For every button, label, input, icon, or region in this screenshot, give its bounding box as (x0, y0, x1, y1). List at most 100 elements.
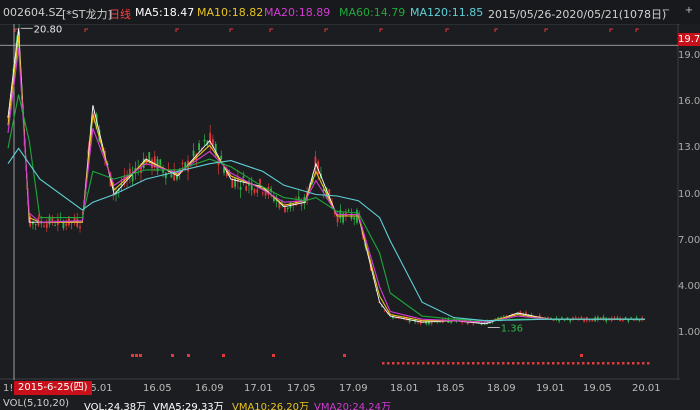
event-marker-bottom (622, 362, 625, 365)
candle-body (231, 179, 234, 188)
event-marker-bottom (171, 354, 174, 357)
candle-body (286, 207, 289, 210)
candle-body (450, 321, 453, 323)
event-marker-bottom (637, 362, 640, 365)
event-marker-bottom (432, 362, 435, 365)
event-marker-top (14, 28, 18, 32)
vol-params[interactable]: VOL(5,10,20) (3, 398, 69, 409)
event-marker-bottom (507, 362, 510, 365)
zoom-in-button[interactable]: + (683, 5, 695, 17)
candle-body (347, 209, 350, 211)
event-marker-bottom (572, 362, 575, 365)
event-marker-bottom (487, 362, 490, 365)
event-marker-bottom (135, 354, 138, 357)
candle-body (466, 322, 469, 325)
candle-body (588, 320, 591, 322)
event-marker-bottom (482, 362, 485, 365)
candle-body (45, 223, 48, 228)
x-tick-label: 17.01 (244, 383, 273, 394)
period-selector[interactable]: 日线 (109, 6, 131, 22)
candle-body (148, 152, 151, 161)
x-tick-label: 17.09 (339, 383, 368, 394)
event-marker-bottom (597, 362, 600, 365)
ma120-value: MA120:11.85 (410, 6, 484, 19)
candle-body (192, 150, 195, 157)
event-marker-bottom (562, 362, 565, 365)
event-marker-top (175, 28, 179, 32)
event-marker-bottom (592, 362, 595, 365)
event-marker-bottom (517, 362, 520, 365)
candle-body (591, 319, 594, 322)
event-marker-bottom (422, 362, 425, 365)
event-marker-bottom (602, 362, 605, 365)
series-line-ma5 (7, 28, 645, 325)
event-marker-bottom (532, 362, 535, 365)
candle-body (627, 319, 630, 322)
event-marker-bottom (502, 362, 505, 365)
x-tick-label: 19.01 (536, 383, 565, 394)
candle-body (552, 320, 555, 322)
series-line-ma60 (7, 94, 645, 322)
event-marker-bottom (647, 362, 650, 365)
candle-body (264, 192, 267, 196)
event-marker-bottom (437, 362, 440, 365)
candle-body (54, 225, 56, 226)
event-marker-bottom (627, 362, 630, 365)
event-marker-bottom (512, 362, 515, 365)
zoom-out-button[interactable]: − (660, 5, 672, 17)
candle-body (79, 226, 81, 229)
price-chart[interactable]: 20.80 1.36 (0, 24, 680, 380)
candle-body (164, 172, 167, 179)
axis-stub: 1! (3, 383, 14, 394)
candle-body (34, 224, 37, 225)
series-line-ma120 (7, 147, 645, 322)
candle-body (220, 155, 223, 160)
candle-body (256, 189, 259, 193)
event-marker-top (635, 28, 639, 32)
stock-code: 002604.SZ (3, 6, 64, 19)
candle-body (159, 159, 162, 166)
event-marker-bottom (397, 362, 400, 365)
event-marker-bottom (472, 362, 475, 365)
candle-body (297, 196, 300, 200)
candle-body (566, 317, 569, 319)
candle-body (239, 187, 242, 190)
ma10-value: MA10:18.82 (197, 6, 264, 19)
chart-header: 002604.SZ [*ST龙力] 日线 MA5:18.47 MA10:18.8… (0, 0, 700, 24)
event-marker-bottom (412, 362, 415, 365)
event-marker-bottom (557, 362, 560, 365)
event-marker-bottom (139, 354, 142, 357)
candle-body (131, 175, 134, 182)
candle-body (630, 317, 633, 319)
event-marker-bottom (392, 362, 395, 365)
candle-body (561, 317, 563, 319)
event-marker-bottom (497, 362, 500, 365)
event-marker-bottom (577, 362, 580, 365)
event-marker-top (269, 28, 273, 32)
vma20-value: VMA20:24.24万 (314, 402, 392, 410)
event-marker-bottom (632, 362, 635, 365)
y-tick-label: 7.00 (678, 234, 700, 246)
event-marker-top (494, 28, 498, 32)
event-marker-bottom (587, 362, 590, 365)
low-price-label: 1.36 (501, 323, 523, 334)
event-marker-top (324, 28, 328, 32)
x-tick-label: 18.05 (436, 383, 465, 394)
event-marker-bottom (427, 362, 430, 365)
vol-value: VOL:24.38万 (84, 402, 147, 410)
event-marker-top (229, 28, 233, 32)
series-line-ma20 (7, 48, 645, 323)
event-marker-bottom (552, 362, 555, 365)
candle-body (574, 317, 577, 319)
event-marker-bottom (402, 362, 405, 365)
event-marker-top (445, 28, 449, 32)
event-marker-bottom (617, 362, 620, 365)
candle-body (203, 139, 206, 142)
candle-body (547, 316, 549, 319)
x-tick-label: 19.05 (583, 383, 612, 394)
event-marker-bottom (272, 354, 275, 357)
x-tick-label: 18.01 (390, 383, 419, 394)
y-tick-label: 1.00 (678, 327, 700, 338)
candle-body (284, 207, 286, 213)
candle-body (198, 143, 200, 151)
